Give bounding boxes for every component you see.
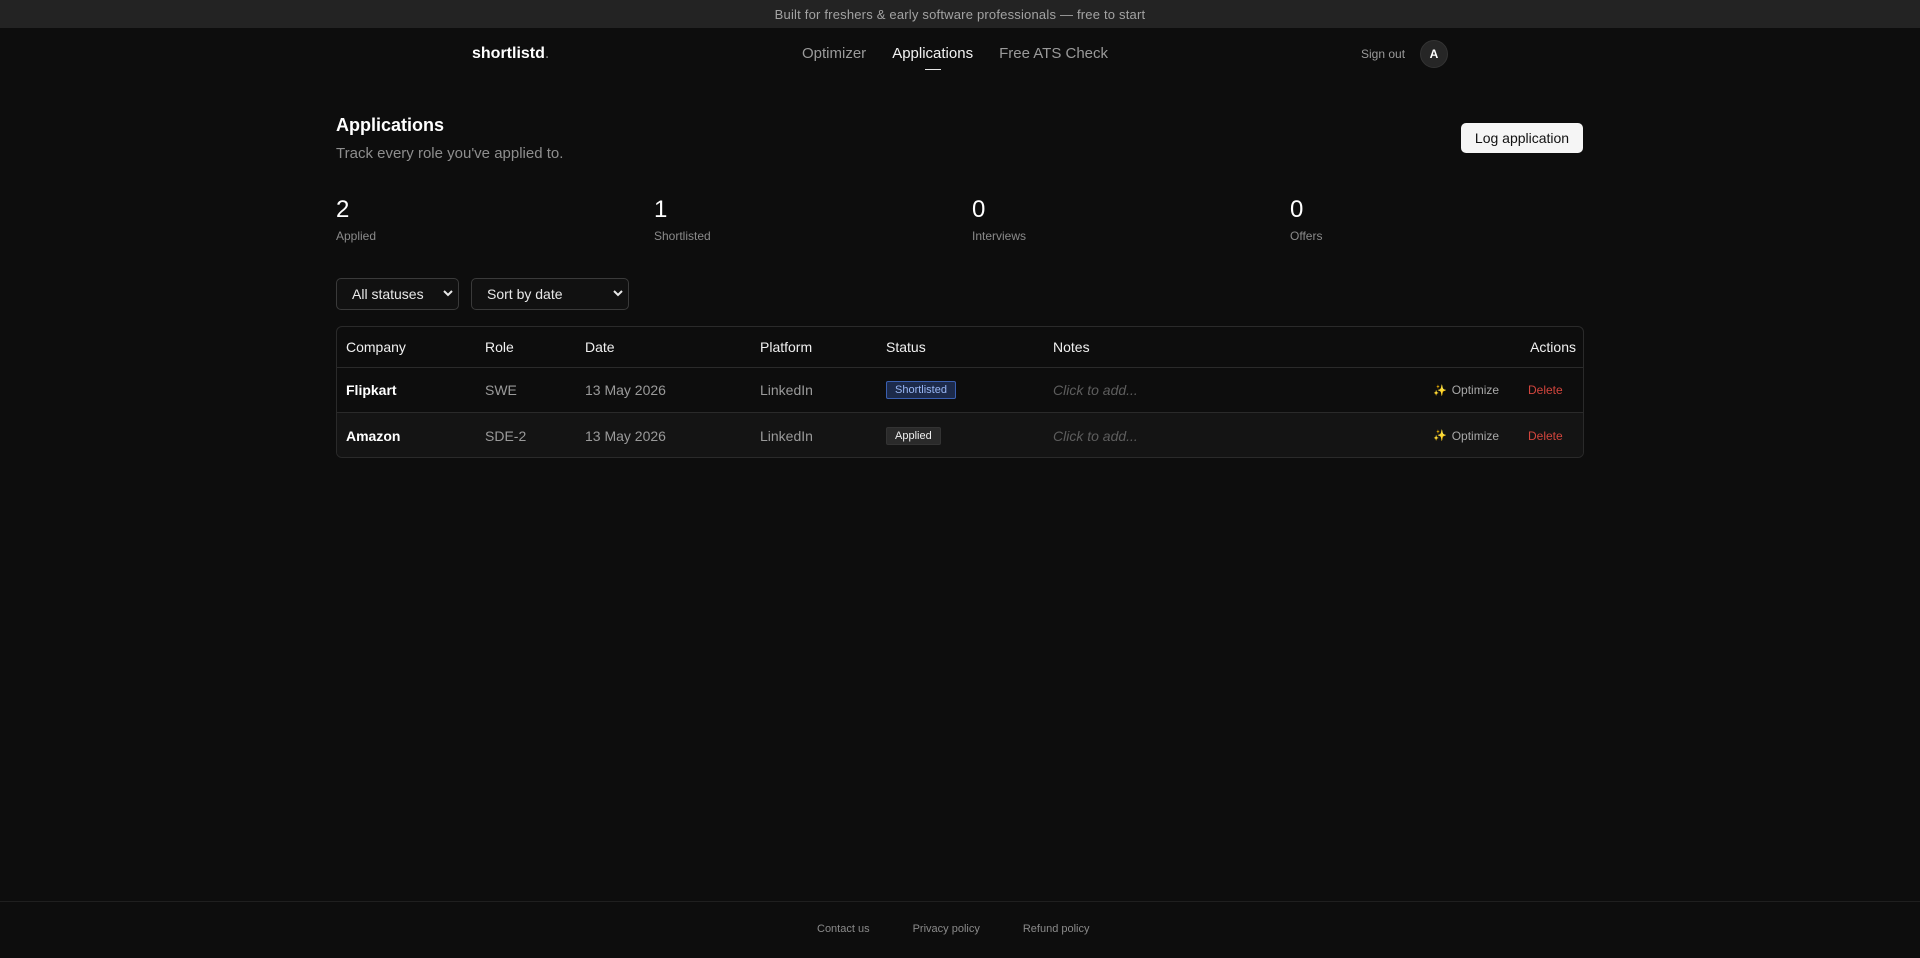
role-cell: SWE [485,382,517,398]
table-row[interactable]: Amazon SDE-2 13 May 2026 LinkedIn Applie… [337,413,1583,457]
stat-offers: 0 Offers [1290,196,1322,243]
nav-links: Optimizer Applications Free ATS Check [802,45,1108,62]
table-row[interactable]: Flipkart SWE 13 May 2026 LinkedIn Shortl… [337,368,1583,413]
header-date[interactable]: Date [585,327,615,367]
table-header-row: Company Role Date Platform Status Notes … [337,327,1583,368]
footer-link-refund[interactable]: Refund policy [1023,923,1090,935]
company-cell: Flipkart [346,382,397,398]
sort-value: Sort by date [487,286,563,302]
date-cell: 13 May 2026 [585,427,666,444]
stat-applied: 2 Applied [336,196,376,243]
sparkle-icon: ✨ [1433,384,1447,397]
header-actions: Actions [1530,339,1576,355]
top-navigation: shortlistd. Optimizer Applications Free … [0,28,1920,80]
notes-cell[interactable]: Click to add... [1053,368,1138,412]
status-badge[interactable]: Applied [886,426,941,445]
stat-value: 2 [336,196,350,223]
logo-dot: . [544,45,550,62]
optimize-label: Optimize [1451,383,1500,397]
page-subtitle: Track every role you've applied to. [336,145,564,162]
applications-table: Company Role Date Platform Status Notes … [336,326,1584,458]
delete-button[interactable]: Delete [1528,368,1563,412]
optimize-button[interactable]: ✨ Optimize [1433,413,1500,457]
header-platform[interactable]: Platform [760,327,812,367]
avatar[interactable]: A [1420,40,1448,68]
log-application-button[interactable]: Log application [1461,123,1583,153]
top-banner: Built for freshers & early software prof… [0,0,1920,28]
status-cell: Applied [886,413,941,457]
chevron-down-icon [443,287,453,302]
sparkle-icon: ✨ [1433,430,1447,442]
header-status[interactable]: Status [886,327,926,367]
footer-link-privacy[interactable]: Privacy policy [913,923,980,935]
footer: Contact us Privacy policy Refund policy [0,901,1920,958]
stat-interviews: 0 Interviews [972,196,1026,243]
header-company[interactable]: Company [346,327,406,367]
header-role[interactable]: Role [485,327,514,367]
sign-out-link[interactable]: Sign out [1361,47,1405,61]
footer-divider [1001,924,1002,934]
platform-cell: LinkedIn [760,427,813,444]
footer-divider [891,924,892,934]
date-cell: 13 May 2026 [585,382,666,398]
footer-link-contact[interactable]: Contact us [817,923,870,935]
stat-value: 0 [1290,196,1304,223]
optimize-label: Optimize [1451,428,1500,443]
chevron-down-icon [613,287,623,302]
stat-label: Applied [336,229,377,243]
logo[interactable]: shortlistd. [472,45,549,63]
platform-cell: LinkedIn [760,382,813,398]
sort-select[interactable]: Sort by date [471,278,629,310]
nav-link-optimizer[interactable]: Optimizer [802,45,866,62]
header-notes[interactable]: Notes [1053,327,1090,367]
status-cell: Shortlisted [886,368,956,412]
stat-value: 1 [654,196,668,223]
company-cell: Amazon [346,427,401,444]
status-filter-value: All statuses [352,286,424,302]
stat-value: 0 [972,196,986,223]
stat-label: Interviews [972,229,1027,243]
optimize-button[interactable]: ✨ Optimize [1433,368,1499,412]
status-badge[interactable]: Shortlisted [886,381,956,399]
stat-shortlisted: 1 Shortlisted [654,196,711,243]
nav-link-applications[interactable]: Applications [892,45,973,62]
delete-button[interactable]: Delete [1528,413,1563,457]
page-title: Applications [336,115,445,135]
notes-cell[interactable]: Click to add... [1053,413,1138,457]
footer-links: Contact us Privacy policy Refund policy [817,923,1090,935]
stat-label: Offers [1290,229,1323,243]
logo-text: shortlistd [472,45,545,62]
status-filter-select[interactable]: All statuses [336,278,459,310]
nav-link-free-ats-check[interactable]: Free ATS Check [999,45,1108,62]
stat-label: Shortlisted [654,229,711,243]
role-cell: SDE-2 [485,427,527,444]
